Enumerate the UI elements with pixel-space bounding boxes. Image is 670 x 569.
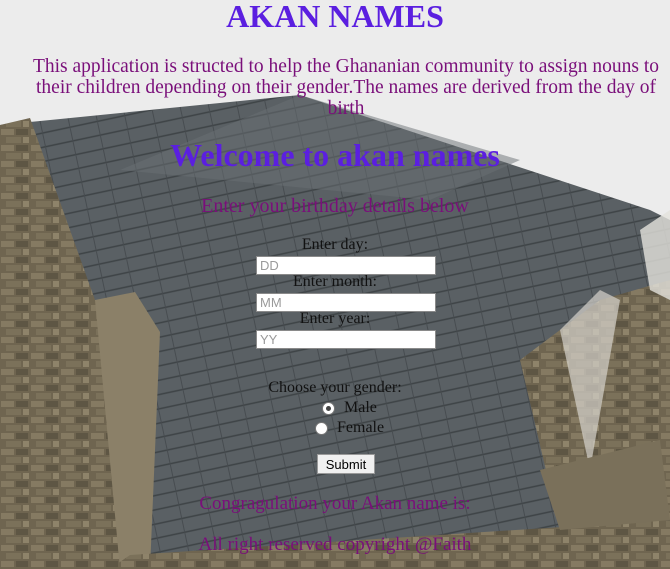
footer-copyright: All right reserved copyright @Faith <box>198 534 472 555</box>
male-label: Male <box>344 399 377 416</box>
submit-button[interactable]: Submit <box>317 454 375 474</box>
gender-label: Choose your gender: <box>268 379 402 396</box>
intro-text: This application is structed to help the… <box>32 56 660 119</box>
month-label: Enter month: <box>293 273 377 290</box>
male-radio[interactable] <box>322 401 335 415</box>
page-title: AKAN NAMES <box>226 0 444 34</box>
instructions-text: Enter your birthday details below <box>201 195 469 217</box>
year-input[interactable] <box>256 330 436 349</box>
female-label: Female <box>337 419 385 436</box>
day-label: Enter day: <box>301 236 369 253</box>
year-label: Enter year: <box>299 310 371 327</box>
female-radio[interactable] <box>315 421 328 435</box>
gender-option-male[interactable]: Male <box>322 399 377 417</box>
result-text: Congragulation your Akan name is: <box>199 493 471 514</box>
gender-option-female[interactable]: Female <box>315 419 384 437</box>
welcome-heading: Welcome to akan names <box>170 137 500 173</box>
